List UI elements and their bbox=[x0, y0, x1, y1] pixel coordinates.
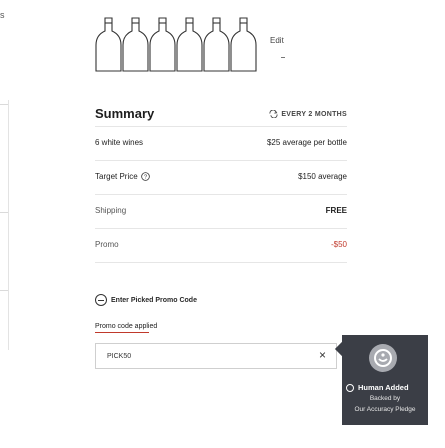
edit-button[interactable]: Edit bbox=[270, 36, 284, 45]
summary-row: Shipping FREE bbox=[95, 195, 347, 228]
wine-bottle-icon bbox=[95, 17, 122, 72]
wine-bottle-icon bbox=[203, 17, 230, 72]
summary-row: 6 white wines $25 average per bottle bbox=[95, 127, 347, 160]
summary-row-label-text: Shipping bbox=[95, 206, 127, 215]
minus-circle-icon bbox=[95, 294, 107, 306]
summary-row-label-text: Promo bbox=[95, 240, 119, 249]
human-added-text: Human Added bbox=[358, 383, 409, 392]
promo-code-value: PICK50 bbox=[107, 353, 132, 360]
summary-panel: Summary EVERY 2 MONTHS 6 white wines $25 … bbox=[95, 104, 347, 263]
summary-row-value: FREE bbox=[325, 206, 347, 215]
human-added-label: Human Added bbox=[346, 383, 426, 392]
edge-text: s bbox=[0, 10, 5, 20]
summary-row: Promo -$50 bbox=[95, 229, 347, 262]
summary-row-label: Shipping bbox=[95, 206, 126, 215]
summary-row-value: $150 average bbox=[298, 172, 347, 181]
summary-title: Summary bbox=[95, 106, 155, 121]
promo-toggle[interactable]: Enter Picked Promo Code bbox=[95, 294, 197, 306]
summary-row-label: Promo bbox=[95, 240, 119, 249]
promo-applied-label: Promo code applied bbox=[95, 323, 158, 330]
frequency-label: EVERY 2 MONTHS bbox=[281, 110, 347, 118]
summary-row-label-text: Target Price bbox=[95, 172, 138, 181]
wine-bottle-icon bbox=[230, 17, 257, 72]
summary-row-value: $25 average per bottle bbox=[266, 138, 347, 147]
summary-divider bbox=[95, 262, 347, 263]
summary-row-value: -$50 bbox=[330, 240, 347, 249]
promo-applied-underline bbox=[95, 332, 149, 333]
summary-row-label: 6 white wines bbox=[95, 138, 143, 147]
bottle-row[interactable] bbox=[95, 17, 265, 73]
check-icon bbox=[346, 383, 354, 392]
backed-by-text: Backed by bbox=[369, 395, 401, 402]
wine-bottle-icon bbox=[149, 17, 176, 72]
summary-row-label-text: 6 white wines bbox=[95, 138, 144, 147]
help-icon[interactable]: ? bbox=[140, 172, 150, 181]
promo-code-field[interactable]: PICK50 × bbox=[95, 343, 337, 369]
wine-bottle-icon bbox=[176, 17, 203, 72]
summary-row-label: Target Price? bbox=[95, 172, 150, 181]
left-panel-edge bbox=[8, 100, 9, 350]
wine-bottle-icon bbox=[122, 17, 149, 72]
promo-toggle-label: Enter Picked Promo Code bbox=[111, 296, 197, 304]
badge-pointer bbox=[334, 341, 350, 357]
repeat-icon bbox=[269, 110, 278, 118]
edit-dash bbox=[281, 57, 285, 58]
trust-badge[interactable]: Human Added Backed by Our Accuracy Pledg… bbox=[334, 335, 428, 425]
summary-row: Target Price? $150 average bbox=[95, 161, 347, 194]
pledge-logo-icon bbox=[369, 344, 397, 372]
close-icon[interactable]: × bbox=[319, 349, 326, 361]
pledge-text: Our Accuracy Pledge bbox=[354, 406, 416, 413]
frequency-badge[interactable]: EVERY 2 MONTHS bbox=[269, 110, 347, 118]
